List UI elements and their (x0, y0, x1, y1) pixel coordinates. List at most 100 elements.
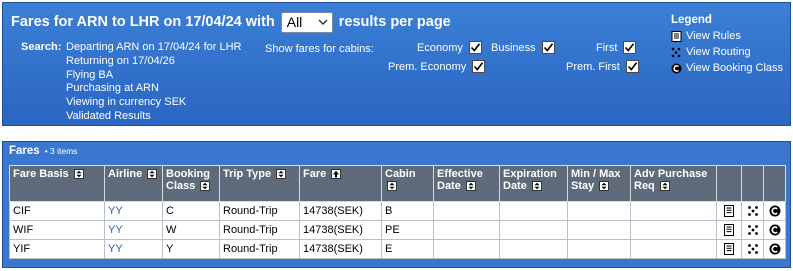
routing-dots-icon[interactable] (747, 205, 759, 217)
routing-dots-icon[interactable] (747, 243, 759, 255)
col-adv-purchase-req-label: Adv Purchase (634, 168, 708, 180)
cabin-prem-economy: Prem. Economy (388, 60, 486, 73)
col-booking-class[interactable]: Booking Class (162, 165, 220, 202)
legend-view-routing-label: View Routing (686, 46, 751, 58)
col-booking-class-label: Booking (166, 168, 210, 180)
rules-document-icon[interactable] (723, 243, 735, 256)
col-fare-basis-label: Fare Basis (13, 168, 69, 180)
col-rules (716, 165, 742, 202)
fares-title: Fares (9, 145, 40, 157)
sort-ascending-icon[interactable] (331, 169, 342, 180)
rules-cell[interactable] (716, 201, 742, 221)
booking-class-c-icon[interactable] (769, 224, 781, 236)
results-per-page-select[interactable]: All (280, 11, 333, 33)
col-min-max-stay[interactable]: Min / Max Stay (567, 165, 631, 202)
col-expiration-date[interactable]: Expiration Date (499, 165, 568, 202)
col-airline[interactable]: Airline (104, 165, 163, 202)
col-min-max-stay-label: Min / Max (571, 168, 621, 180)
cabin-first-checkbox[interactable] (623, 41, 637, 54)
col-min-max-stay-label-2: Stay (571, 180, 595, 192)
booking-class-c-icon[interactable] (769, 205, 781, 217)
checkmark-icon (625, 43, 635, 52)
booking-class-cell[interactable] (763, 239, 786, 259)
cell-fare-basis: YIF (9, 239, 105, 259)
rules-document-icon[interactable] (723, 205, 735, 218)
rules-document-icon (671, 30, 682, 42)
cell-fare: 14738(SEK) (299, 239, 382, 259)
cell-fare-basis: CIF (9, 201, 105, 221)
col-adv-purchase-req[interactable]: Adv Purchase Req (630, 165, 717, 202)
cabin-economy: Economy (417, 41, 482, 54)
search-line-departing: Departing ARN on 17/04/24 for LHR (66, 41, 242, 53)
routing-cell[interactable] (741, 201, 764, 221)
col-effective-date[interactable]: Effective Date (433, 165, 500, 202)
sort-icon[interactable] (73, 169, 84, 180)
cabin-prem-first-label: Prem. First (566, 60, 620, 73)
cell-booking-class: Y (162, 239, 220, 259)
cell-adv-purchase-req (630, 239, 717, 259)
col-trip-type-label: Trip Type (223, 168, 272, 180)
cell-trip-type: Round-Trip (219, 201, 300, 221)
sort-icon[interactable] (147, 169, 158, 180)
cell-airline[interactable]: YY (104, 220, 163, 240)
sort-icon[interactable] (659, 181, 670, 192)
booking-class-c-icon[interactable] (769, 243, 781, 255)
cabin-economy-label: Economy (417, 41, 463, 54)
cabin-first: First (596, 41, 637, 54)
cell-fare: 14738(SEK) (299, 220, 382, 240)
rules-cell[interactable] (716, 220, 742, 240)
fares-table-header-row: Fare Basis Airline Booking Class Trip Ty… (9, 165, 786, 202)
search-line-validated: Validated Results (66, 109, 151, 122)
col-cabin[interactable]: Cabin (381, 165, 434, 202)
checkmark-icon (543, 43, 553, 52)
col-fare[interactable]: Fare (299, 165, 382, 202)
sort-icon[interactable] (276, 169, 287, 180)
cabin-first-label: First (596, 41, 618, 54)
routing-cell[interactable] (741, 239, 764, 259)
sort-icon[interactable] (200, 181, 211, 192)
cell-booking-class: W (162, 220, 220, 240)
legend-view-rules[interactable]: View Rules (671, 28, 783, 44)
sort-icon[interactable] (465, 181, 476, 192)
col-fare-label: Fare (303, 168, 327, 180)
search-details: Departing ARN on 17/04/24 for LHR Return… (66, 41, 242, 124)
search-line-returning: Returning on 17/04/26 (66, 54, 175, 67)
cell-expiration-date (499, 201, 568, 221)
cell-expiration-date (499, 220, 568, 240)
chevron-down-icon (318, 19, 328, 25)
cell-min-max-stay (567, 239, 631, 259)
routing-cell[interactable] (741, 220, 764, 240)
booking-class-cell[interactable] (763, 201, 786, 221)
cell-airline[interactable]: YY (104, 239, 163, 259)
booking-class-cell[interactable] (763, 220, 786, 240)
cell-airline[interactable]: YY (104, 201, 163, 221)
cabin-prem-first-checkbox[interactable] (625, 60, 639, 73)
rules-document-icon[interactable] (723, 224, 735, 237)
cabin-business-checkbox[interactable] (541, 41, 555, 54)
routing-dots-icon (671, 47, 681, 57)
col-trip-type[interactable]: Trip Type (219, 165, 300, 202)
col-airline-label: Airline (108, 168, 143, 180)
routing-dots-icon[interactable] (747, 224, 759, 236)
cabin-prem-economy-label: Prem. Economy (388, 60, 467, 73)
title-row: Fares for ARN to LHR on 17/04/24 with Al… (11, 11, 451, 33)
checkmark-icon (474, 62, 484, 71)
legend-view-booking-class[interactable]: View Booking Class (671, 60, 783, 76)
col-effective-date-label-2: Date (437, 180, 461, 192)
cabin-prem-first: Prem. First (566, 60, 639, 73)
cabin-prem-economy-checkbox[interactable] (472, 60, 486, 73)
col-fare-basis[interactable]: Fare Basis (9, 165, 105, 202)
cell-min-max-stay (567, 220, 631, 240)
sort-icon[interactable] (387, 181, 397, 192)
rules-cell[interactable] (716, 239, 742, 259)
sort-icon[interactable] (531, 181, 542, 192)
cell-cabin: E (381, 239, 434, 259)
cabin-economy-checkbox[interactable] (468, 41, 482, 54)
sort-icon[interactable] (599, 181, 610, 192)
cabins-label: Show fares for cabins: (265, 43, 374, 55)
legend-view-routing[interactable]: View Routing (671, 44, 783, 60)
cabin-business: Business (491, 41, 555, 54)
table-row: CIF YY C Round-Trip 14738(SEK) B (9, 201, 786, 221)
page-title: Fares for ARN to LHR on 17/04/24 with (11, 14, 275, 30)
title-suffix: results per page (338, 14, 451, 30)
